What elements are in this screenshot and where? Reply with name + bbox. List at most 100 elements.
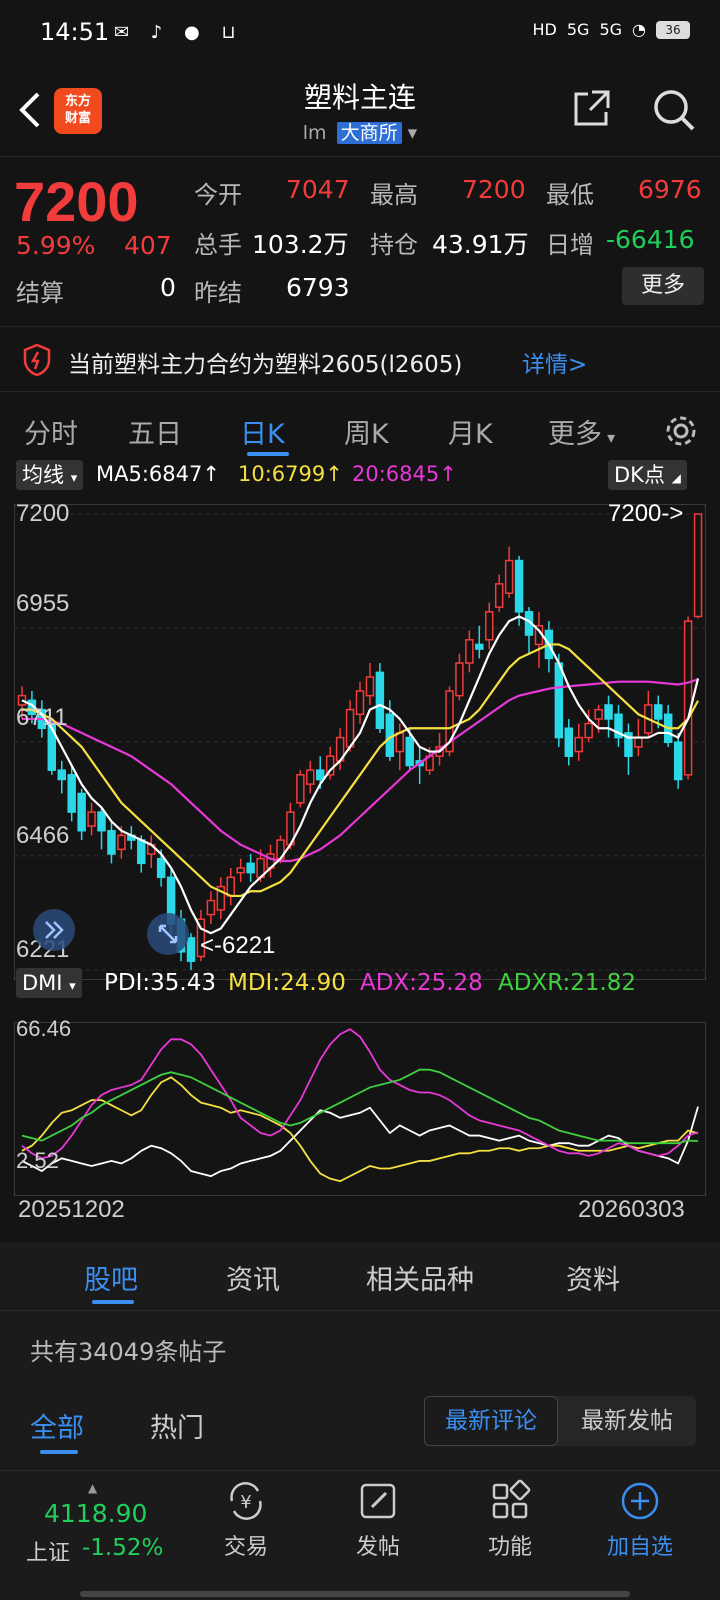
candle-body (584, 722, 593, 739)
active-tab-indicator (247, 452, 289, 456)
open-interest-label: 持仓 (370, 231, 418, 259)
home-indicator (80, 1591, 630, 1597)
active-tab-indicator (40, 1450, 78, 1454)
notice-text: 当前塑料主力合约为塑料2605(l2605) (68, 352, 463, 378)
posts-section: 共有34049条帖子 全部 热门 最新评论 最新发帖 (0, 1310, 720, 1470)
daily-change-label: 日增 (546, 231, 594, 259)
candle-body (554, 662, 564, 739)
candle-body (564, 727, 574, 757)
candle-body (673, 741, 683, 781)
grid-apps-icon (492, 1479, 531, 1519)
high-price-marker: 7200-> (608, 500, 684, 527)
low-value: 6976 (638, 175, 702, 204)
candle-body (465, 639, 474, 664)
candlestick-svg (14, 504, 706, 980)
prev-settle-label: 昨结 (194, 279, 242, 307)
change-amount: 407 (124, 231, 172, 260)
ma-legend-bar: 均线 ▾ MA5:6847↑ 10:6799↑ 20:6845↑ DK点 ◢ (0, 460, 720, 496)
tab-weekly-k[interactable]: 周K (344, 412, 389, 451)
dmi-svg (14, 1022, 706, 1196)
status-right: HD 5G 5G ◔ 36 (533, 20, 690, 39)
hd-icon: HD (532, 20, 557, 39)
status-time: 14:51 (40, 18, 110, 46)
candle-body (604, 704, 613, 720)
tab-hot-posts[interactable]: 热门 (150, 1406, 204, 1445)
tab-news[interactable]: 资讯 (226, 1258, 280, 1297)
nav-trade[interactable]: ¥ 交易 (196, 1479, 296, 1561)
sort-latest-comment[interactable]: 最新评论 (424, 1396, 558, 1446)
adxr-value: ADXR:21.82 (498, 970, 637, 996)
share-icon[interactable] (570, 88, 612, 130)
tab-intraday[interactable]: 分时 (24, 412, 78, 451)
candle-body (485, 611, 494, 641)
mdi-value: MDI:24.90 (228, 970, 346, 996)
details-link[interactable]: 详情> (522, 345, 587, 379)
signal-5g-icon-2: 5G (599, 20, 623, 39)
ma-select[interactable]: 均线 ▾ (16, 460, 84, 490)
y-tick-label: 7200 (16, 500, 70, 527)
corner-arrow-icon: ◢ (671, 471, 681, 485)
plus-circle-icon (621, 1482, 659, 1520)
chevron-down-icon: ▾ (69, 979, 76, 994)
x-axis-start-date: 20251202 (18, 1196, 125, 1223)
tab-forum[interactable]: 股吧 (84, 1258, 138, 1297)
dk-point-button[interactable]: DK点 ◢ (608, 460, 687, 490)
settle-value: 0 (160, 273, 176, 302)
candle-body (87, 811, 96, 827)
candle-body (574, 736, 583, 753)
open-interest-value: 43.91万 (432, 230, 529, 259)
main-contract-notice[interactable]: 当前塑料主力合约为塑料2605(l2605) 详情> (0, 326, 720, 392)
candle-body (107, 829, 116, 855)
index-ticker[interactable]: ▲ 4118.90 上证 -1.52% (20, 1481, 180, 1581)
period-tabs: 分时 五日 日K 周K 月K 更多 ▾ (0, 400, 720, 462)
dmi-select[interactable]: DMI ▾ (16, 968, 82, 998)
candle-body (355, 690, 365, 716)
more-button[interactable]: 更多 (622, 267, 704, 305)
nav-add-watchlist[interactable]: 加自选 (590, 1479, 690, 1561)
tab-more[interactable]: 更多 ▾ (548, 412, 615, 451)
signal-5g-icon: 5G (566, 20, 590, 39)
post-count: 共有34049条帖子 (30, 1338, 227, 1366)
expand-arrows-icon[interactable] (146, 912, 190, 956)
nav-functions[interactable]: 功能 (460, 1479, 560, 1561)
low-label: 最低 (546, 181, 594, 209)
tab-five-day[interactable]: 五日 (128, 412, 182, 451)
settle-label: 结算 (16, 279, 64, 307)
divider (0, 1310, 720, 1311)
tab-profile[interactable]: 资料 (566, 1258, 620, 1297)
nav-post[interactable]: 发帖 (328, 1479, 428, 1561)
candle-body (206, 899, 216, 916)
x-axis-end-date: 20260303 (578, 1196, 685, 1223)
chevron-down-icon[interactable]: ▾ (408, 122, 418, 144)
candle-body (405, 736, 414, 767)
adxr-line (21, 1068, 699, 1145)
candle-body (634, 736, 643, 748)
edit-post-icon (360, 1483, 396, 1519)
dmi-y-tick: 66.46 (16, 1016, 72, 1041)
ma5-value: MA5:6847↑ (96, 462, 220, 486)
contract-code: lm (302, 122, 327, 144)
gear-icon[interactable] (662, 412, 700, 450)
candle-body (365, 676, 375, 697)
candle-body (455, 662, 464, 697)
candle-body (683, 620, 693, 776)
candle-body (475, 643, 484, 650)
tab-all-posts[interactable]: 全部 (30, 1406, 84, 1445)
notification-icons: ✉ ♪ ● ⊔ (114, 22, 244, 43)
sort-latest-post[interactable]: 最新发帖 (558, 1396, 696, 1446)
candle-body (57, 769, 66, 781)
candle-body (345, 708, 355, 748)
wifi-icon: ◔ (632, 20, 646, 39)
y-tick-label: 6955 (16, 590, 70, 617)
high-value: 7200 (462, 175, 526, 204)
tab-related[interactable]: 相关品种 (366, 1258, 474, 1297)
high-label: 最高 (370, 181, 418, 209)
candle-body (654, 704, 663, 720)
candlestick-chart[interactable]: 7200 6955 6711 6466 6221 7200-> <-6221 (14, 500, 706, 980)
dmi-chart[interactable]: 66.46 2.52 (14, 1016, 706, 1196)
double-chevron-right-icon[interactable] (32, 908, 76, 952)
search-icon[interactable] (652, 88, 696, 132)
tab-monthly-k[interactable]: 月K (448, 412, 493, 451)
candle-body (137, 839, 146, 865)
tab-daily-k[interactable]: 日K (240, 412, 285, 451)
